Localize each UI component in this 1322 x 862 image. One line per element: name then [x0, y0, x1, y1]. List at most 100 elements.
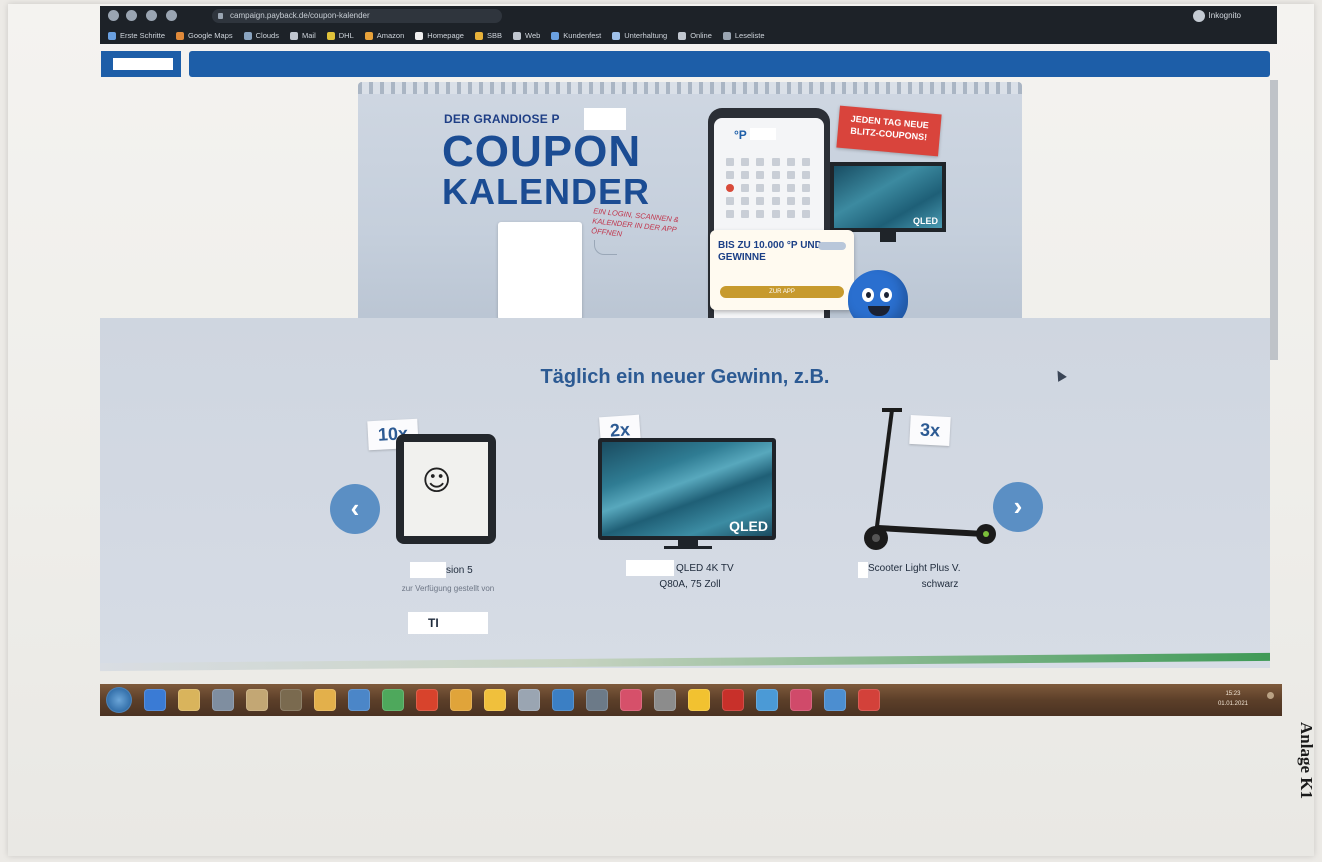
calendar-grid — [726, 158, 812, 218]
promo-button[interactable]: ZUR APP — [720, 286, 844, 298]
monitor-icon[interactable] — [212, 689, 234, 711]
site-logo[interactable] — [101, 51, 181, 77]
bookmark-icon — [364, 31, 373, 40]
photo-icon[interactable] — [416, 689, 438, 711]
prize-name: sion 5 — [446, 565, 473, 576]
media-icon[interactable] — [144, 689, 166, 711]
logo-redaction — [113, 58, 173, 70]
tv-illustration: QLED — [830, 162, 946, 232]
system-tray — [1267, 692, 1274, 699]
reload-icon[interactable] — [146, 10, 157, 21]
redaction-box — [626, 560, 674, 576]
bookmark-item[interactable]: Kundenfest — [551, 31, 601, 40]
browser-chrome: campaign.payback.de/coupon-kalender Inko… — [100, 6, 1277, 44]
scrollbar[interactable] — [1270, 80, 1278, 360]
home-icon[interactable] — [166, 10, 177, 21]
bookmarks-bar: Erste Schritte Google Maps Clouds Mail D… — [100, 27, 1277, 44]
prize-name-line2: schwarz — [921, 579, 959, 590]
calendar-rings — [358, 82, 1022, 94]
pdf-icon[interactable] — [722, 689, 744, 711]
globe-icon[interactable] — [756, 689, 778, 711]
url-text: campaign.payback.de/coupon-kalender — [230, 11, 370, 20]
tray-icon[interactable] — [1267, 692, 1274, 699]
bookmark-item[interactable]: Clouds — [243, 31, 279, 40]
prize-carousel: Täglich ein neuer Gewinn, z.B. ‹ › 10x ☺… — [100, 318, 1270, 668]
bookmark-icon — [415, 31, 424, 40]
banner-title-line1: COUPON — [442, 127, 642, 176]
flash-coupon-badge: JEDEN TAG NEUE BLITZ-COUPONS! — [836, 105, 942, 157]
bookmark-item[interactable]: Amazon — [364, 31, 404, 40]
app-icon[interactable] — [280, 689, 302, 711]
system-clock[interactable]: 15:23 01.01.2021 — [1218, 689, 1248, 709]
points-pill — [818, 242, 846, 250]
bookmark-icon — [678, 31, 687, 40]
tv-base — [664, 546, 712, 549]
folder-icon[interactable] — [178, 689, 200, 711]
avatar — [1192, 10, 1205, 22]
forward-icon[interactable] — [126, 10, 137, 21]
annex-label-wrapper: Anlage K1 — [1294, 722, 1316, 832]
phone-logo: °P — [734, 128, 747, 142]
media-player-icon[interactable] — [620, 689, 642, 711]
prize-sponsor-note: zur Verfügung gestellt von — [401, 584, 495, 593]
lock-icon — [218, 13, 223, 19]
calc-icon[interactable] — [382, 689, 404, 711]
search-icon[interactable] — [246, 689, 268, 711]
bookmark-item[interactable]: Mail — [289, 31, 316, 40]
bookmark-item[interactable]: Unterhaltung — [612, 31, 667, 40]
profile-label: Inkognito — [1208, 11, 1241, 20]
address-row: campaign.payback.de/coupon-kalender Inko… — [100, 6, 1277, 26]
carousel-prev-button[interactable]: ‹ — [330, 484, 380, 534]
promo-card: BIS ZU 10.000 °P UND GEWINNE ZUR APP — [710, 230, 854, 310]
banner-eyebrow: DER GRANDIOSE P — [444, 112, 560, 126]
bookmark-icon — [289, 31, 298, 40]
redaction-box — [750, 128, 776, 140]
prize-heading: Täglich ein neuer Gewinn, z.B. — [540, 366, 830, 388]
grid-app-icon[interactable] — [688, 689, 710, 711]
bookmark-item[interactable]: SBB — [474, 31, 502, 40]
redaction-box — [410, 562, 446, 578]
hint-arrow-icon — [594, 240, 617, 255]
network-icon[interactable] — [586, 689, 608, 711]
url-bar[interactable]: campaign.payback.de/coupon-kalender — [212, 9, 502, 23]
chat-icon[interactable] — [790, 689, 812, 711]
ereader-image[interactable]: ☺ — [396, 434, 496, 544]
settings-icon[interactable] — [824, 689, 846, 711]
back-icon[interactable] — [108, 10, 119, 21]
mascot-eye — [880, 288, 892, 302]
tools-icon[interactable] — [654, 689, 676, 711]
scooter-image[interactable] — [856, 404, 1006, 554]
tv-label: QLED — [912, 216, 938, 226]
start-button-icon[interactable] — [106, 687, 132, 713]
editor-icon[interactable] — [518, 689, 540, 711]
tv-image[interactable]: QLED — [598, 438, 776, 540]
alert-icon[interactable] — [858, 689, 880, 711]
bookmark-icon — [612, 31, 621, 40]
smiley-icon: ☺ — [422, 464, 452, 497]
bookmark-item[interactable]: Homepage — [415, 31, 464, 40]
site-nav-bar — [189, 51, 1270, 77]
coupon-banner[interactable]: DER GRANDIOSE P COUPON KALENDER EIN LOGI… — [358, 82, 1022, 332]
bookmark-item[interactable]: DHL — [326, 31, 354, 40]
browser-icon[interactable] — [552, 689, 574, 711]
mascot-mouth — [868, 306, 890, 316]
chrome-icon[interactable] — [450, 689, 472, 711]
bookmark-item[interactable]: Google Maps — [176, 31, 233, 40]
profile-button[interactable]: Inkognito — [1191, 9, 1247, 23]
explorer-icon[interactable] — [314, 689, 336, 711]
sponsor-logo: TI — [408, 612, 488, 634]
annex-label: Anlage K1 — [1297, 722, 1316, 799]
bookmark-icon — [243, 31, 252, 40]
bookmark-item[interactable]: Online — [678, 31, 712, 40]
bookmark-item[interactable]: Leseliste — [722, 31, 765, 40]
notes-icon[interactable] — [484, 689, 506, 711]
tv-label: QLED — [729, 518, 768, 534]
bookmark-item[interactable]: Erste Schritte — [108, 31, 165, 40]
prize-name: QLED 4K TV — [676, 563, 734, 574]
office-icon[interactable] — [348, 689, 370, 711]
redaction-box — [858, 562, 868, 578]
bookmark-item[interactable]: Web — [513, 31, 540, 40]
prize-name-line2: Q80A, 75 Zoll — [659, 579, 721, 590]
tv-stand — [880, 232, 896, 242]
prize-name: Scooter Light Plus V. — [868, 563, 961, 574]
